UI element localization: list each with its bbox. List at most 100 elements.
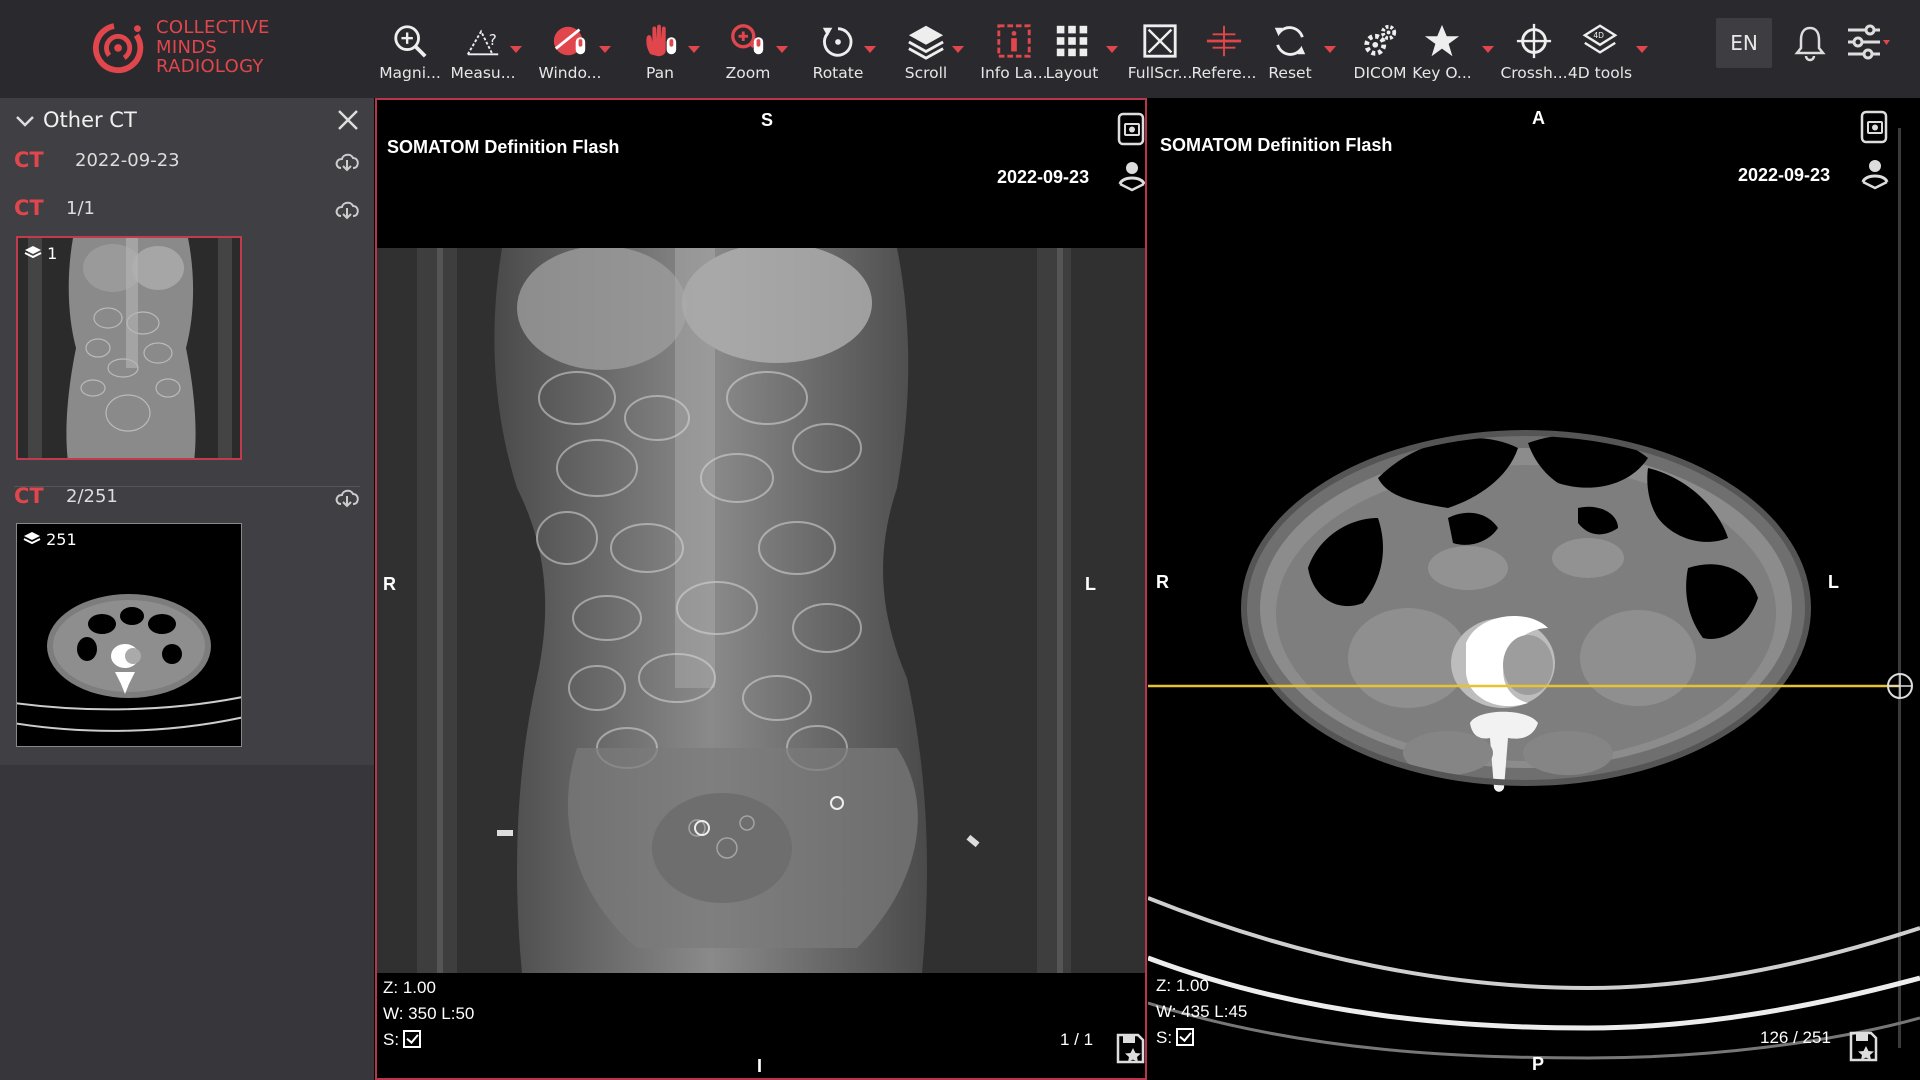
tool-zoom[interactable]: Zoom [708, 18, 788, 88]
svg-text:?: ? [489, 31, 497, 49]
close-icon[interactable] [334, 106, 362, 134]
series-row-2[interactable]: CT 2/251 [0, 476, 374, 520]
reset-dropdown-caret[interactable] [1324, 46, 1336, 53]
anonymize-user-icon[interactable] [1117, 158, 1147, 192]
study-date-overlay: 2022-09-23 [997, 167, 1090, 187]
settings-sliders-icon[interactable] [1846, 22, 1890, 62]
axial-ct-image [1148, 430, 1920, 1060]
bell-icon[interactable] [1792, 24, 1828, 62]
series-thumbnail-1[interactable]: 1 [16, 236, 242, 460]
sync-toggle[interactable]: S: [1156, 1028, 1195, 1048]
tool-label: Windo... [538, 64, 602, 82]
orientation-right: L [1085, 574, 1096, 594]
tool-magnifier[interactable]: Magni... [370, 18, 450, 88]
language-selector[interactable]: EN [1716, 18, 1772, 68]
scout-ct-image [377, 248, 1145, 973]
series-label: 1/1 [66, 198, 95, 219]
orientation-bottom: P [1532, 1054, 1545, 1074]
layers-icon [23, 532, 41, 545]
tool-label: Pan [646, 64, 674, 82]
chevron-down-icon[interactable] [14, 110, 36, 132]
orientation-left: R [383, 574, 396, 594]
orientation-top: S [761, 110, 774, 130]
study-panel-header[interactable]: Other CT CT 2022-09-23 [0, 98, 374, 190]
brand-logo[interactable]: COLLECTIVE MINDS RADIOLOGY [92, 16, 272, 80]
layout-grid-icon [1056, 25, 1088, 57]
top-toolbar: COLLECTIVE MINDS RADIOLOGY Magni... ? Me… [0, 0, 1920, 98]
save-key-image-icon[interactable] [1848, 1030, 1878, 1064]
tool-label: Measu... [450, 64, 516, 82]
scout-thumbnail-image [18, 238, 240, 458]
crosshair-icon [1516, 23, 1552, 59]
tool-label: Key O... [1412, 64, 1472, 82]
tool-measure[interactable]: ? Measu... [443, 18, 523, 88]
axial-thumbnail-image [17, 524, 241, 746]
zoom-readout: Z: 1.00 [1156, 976, 1209, 995]
tool-pan[interactable]: Pan [620, 18, 700, 88]
brand-line-1: COLLECTIVE [156, 17, 270, 38]
thumbnail-count-value: 1 [47, 244, 58, 263]
orientation-bottom: I [757, 1056, 763, 1076]
thumbnail-count-value: 251 [46, 530, 77, 549]
tool-label: Rotate [812, 64, 864, 82]
tool-label: Scroll [904, 64, 948, 82]
dicom-gears-icon [1364, 24, 1397, 56]
viewport-scout[interactable]: S SOMATOM Definition Flash 2022-09-23 R … [375, 98, 1147, 1080]
key-objects-dropdown-caret[interactable] [1482, 46, 1494, 53]
scroll-dropdown-caret[interactable] [952, 46, 964, 53]
tool-label: Reset [1268, 64, 1312, 82]
tool-key-objects[interactable]: Key O... [1402, 18, 1482, 88]
study-row[interactable]: CT 2022-09-23 [0, 140, 374, 184]
scroll-layers-icon [908, 25, 944, 60]
cloud-download-icon[interactable] [334, 148, 360, 174]
sync-label: S: [1156, 1028, 1173, 1047]
tool-reset[interactable]: Reset [1250, 18, 1330, 88]
series-label: 2/251 [66, 486, 118, 507]
brand-line-2: MINDS [156, 36, 218, 58]
sync-toggle[interactable]: S: [383, 1030, 422, 1050]
study-date: 2022-09-23 [75, 150, 180, 171]
tool-layout[interactable]: Layout [1032, 18, 1112, 88]
brand-logo-icon [92, 22, 144, 74]
series-thumbnail-2[interactable]: 251 [16, 523, 242, 747]
zoom-readout: Z: 1.00 [383, 978, 436, 997]
sync-checkbox[interactable] [1176, 1028, 1195, 1046]
cloud-download-icon[interactable] [334, 484, 360, 510]
window-level-icon [553, 26, 586, 56]
window-level-readout: W: 435 L:45 [1156, 1002, 1248, 1021]
sync-checkbox[interactable] [403, 1030, 422, 1048]
rotate-dropdown-caret[interactable] [864, 46, 876, 53]
layout-dropdown-caret[interactable] [1106, 46, 1118, 53]
tool-rotate[interactable]: Rotate [798, 18, 878, 88]
window-dropdown-caret[interactable] [599, 46, 611, 53]
magnifier-icon [394, 25, 427, 58]
study-panel-title: Other CT [43, 108, 137, 132]
screenshot-icon[interactable] [1860, 110, 1890, 144]
frame-counter: 126 / 251 [1760, 1028, 1831, 1047]
rotate-icon [822, 27, 853, 57]
brand-line-3: RADIOLOGY [156, 56, 264, 77]
4d-tools-dropdown-caret[interactable] [1636, 46, 1648, 53]
info-layer-icon [997, 24, 1031, 58]
save-key-image-icon[interactable] [1115, 1032, 1145, 1066]
study-date-overlay: 2022-09-23 [1738, 165, 1831, 185]
tool-window-level[interactable]: Windo... [530, 18, 610, 88]
anonymize-user-icon[interactable] [1860, 156, 1890, 190]
series-row-1[interactable]: CT 1/1 [0, 188, 374, 232]
measure-dropdown-caret[interactable] [510, 46, 522, 53]
layers-icon [24, 246, 42, 259]
viewport-axial[interactable]: A SOMATOM Definition Flash 2022-09-23 R … [1148, 98, 1920, 1080]
screenshot-icon[interactable] [1117, 112, 1147, 146]
brand-name: COLLECTIVE MINDS RADIOLOGY [156, 18, 270, 77]
tool-label: Layout [1045, 64, 1099, 82]
cloud-download-icon[interactable] [334, 196, 360, 222]
tool-scroll[interactable]: Scroll [886, 18, 966, 88]
pan-hand-icon [646, 24, 677, 57]
zoom-dropdown-caret[interactable] [776, 46, 788, 53]
pan-dropdown-caret[interactable] [688, 46, 700, 53]
tool-4d[interactable]: 4D 4D tools [1560, 18, 1640, 88]
window-level-readout: W: 350 L:50 [383, 1004, 475, 1023]
tool-label: Zoom [725, 64, 771, 82]
reset-icon [1274, 26, 1306, 56]
svg-text:4D: 4D [1593, 31, 1604, 40]
